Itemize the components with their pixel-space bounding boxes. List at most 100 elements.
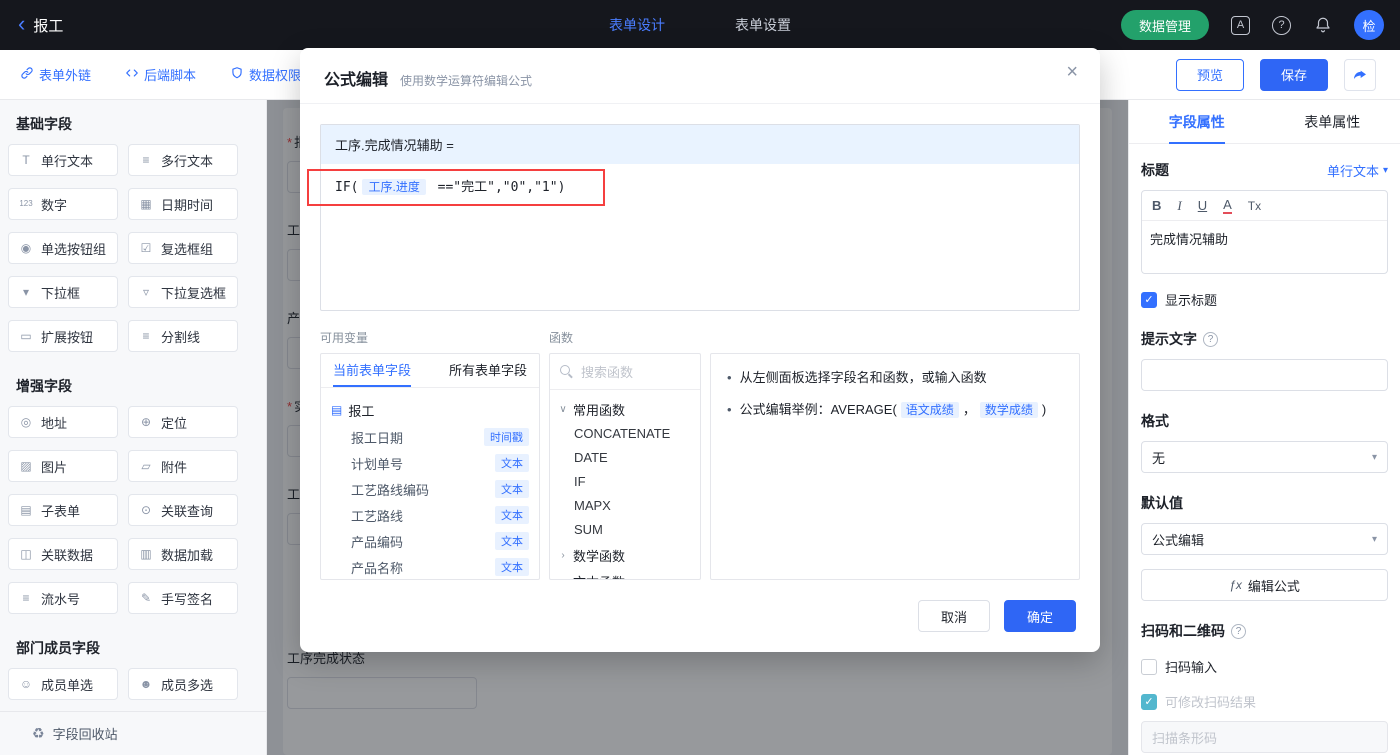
field-type-button[interactable]: ▨ 图片: [8, 450, 118, 482]
function-item[interactable]: CONCATENATE: [550, 422, 700, 446]
default-value-select[interactable]: 公式编辑 ▾: [1141, 523, 1388, 555]
bell-icon[interactable]: [1313, 16, 1332, 35]
field-type-button[interactable]: ▥ 数据加载: [128, 538, 238, 570]
field-type-icon: ▥: [140, 547, 152, 561]
field-type-button[interactable]: ⊙ 关联查询: [128, 494, 238, 526]
help-tooltip-icon[interactable]: ?: [1203, 331, 1218, 347]
edit-formula-button[interactable]: ƒx 编辑公式: [1141, 569, 1388, 601]
field-type-icon: ▭: [20, 329, 32, 343]
field-type-button[interactable]: ◫ 关联数据: [8, 538, 118, 570]
toolbar-actions: 预览 保存: [1175, 58, 1400, 91]
format-select[interactable]: 无 ▾: [1141, 441, 1388, 473]
help-label-spacer: [710, 329, 1080, 347]
field-type-button[interactable]: ▦ 日期时间: [128, 188, 238, 220]
cancel-button[interactable]: 取消: [918, 600, 990, 632]
function-group[interactable]: › 文本函数: [550, 568, 700, 580]
functions-panel: 搜索函数 ∨常用函数CONCATENATEDATEIFMAPXSUM›数学函数›…: [549, 353, 701, 580]
function-item[interactable]: SUM: [550, 518, 700, 542]
tree-root-form[interactable]: ▤ 报工: [331, 396, 529, 424]
function-item[interactable]: IF: [550, 470, 700, 494]
variable-item[interactable]: 计划单号 文本: [331, 450, 529, 476]
save-button[interactable]: 保存: [1259, 58, 1328, 91]
back-button[interactable]: ‹ 报工: [0, 12, 64, 36]
page-title: 报工: [33, 17, 64, 35]
chevron-down-icon: ▾: [1382, 164, 1388, 176]
recycle-icon: ♻: [32, 725, 45, 741]
underline-icon[interactable]: U: [1198, 198, 1207, 213]
field-type-button[interactable]: ✎ 手写签名: [128, 582, 238, 614]
properties-tabs: 字段属性 表单属性: [1129, 100, 1400, 144]
tab-current-form-fields[interactable]: 当前表单字段: [333, 354, 412, 387]
field-type-label: 分割线: [161, 329, 201, 345]
bold-icon[interactable]: B: [1152, 198, 1161, 213]
external-link-button[interactable]: 表单外链: [20, 65, 91, 84]
field-type-button[interactable]: ◉ 单选按钮组: [8, 232, 118, 264]
variable-item[interactable]: 工艺路线 文本: [331, 502, 529, 528]
field-type-button[interactable]: ▤ 子表单: [8, 494, 118, 526]
field-type-dropdown[interactable]: 单行文本 ▾: [1327, 161, 1388, 180]
function-item[interactable]: MAPX: [550, 494, 700, 518]
field-type-button[interactable]: ▭ 扩展按钮: [8, 320, 118, 352]
field-type-button[interactable]: ≡ 多行文本: [128, 144, 238, 176]
data-manage-button[interactable]: 数据管理: [1120, 10, 1209, 40]
confirm-button[interactable]: 确定: [1004, 600, 1076, 632]
help-icon[interactable]: ?: [1272, 15, 1291, 35]
tab-form-settings[interactable]: 表单设置: [735, 15, 791, 35]
font-color-icon[interactable]: A: [1223, 197, 1232, 214]
variable-item[interactable]: 产品编码 文本: [331, 528, 529, 554]
function-group[interactable]: ∨ 常用函数: [550, 396, 700, 422]
properties-panel: 字段属性 表单属性 标题 单行文本 ▾ B I U A Tx 完成情况辅助 ✓ …: [1128, 100, 1400, 755]
hint-input[interactable]: [1141, 359, 1388, 391]
field-type-button[interactable]: ≡ 流水号: [8, 582, 118, 614]
field-type-button[interactable]: ▾ 下拉框: [8, 276, 118, 308]
language-icon[interactable]: A: [1231, 15, 1250, 35]
field-type-icon: T: [22, 153, 30, 167]
field-type-button[interactable]: ◎ 地址: [8, 406, 118, 438]
field-type-button[interactable]: ≡ 分割线: [128, 320, 238, 352]
scan-editable-checkbox[interactable]: ✓: [1141, 693, 1157, 710]
formula-target: 工序.完成情况辅助 =: [321, 125, 1079, 164]
share-icon[interactable]: [1344, 58, 1376, 91]
field-type-button[interactable]: ☻ 成员多选: [128, 668, 238, 700]
function-search-input[interactable]: 搜索函数: [550, 354, 700, 390]
title-input[interactable]: 完成情况辅助: [1142, 221, 1387, 273]
field-type-button[interactable]: ▱ 附件: [128, 450, 238, 482]
formula-editor-modal: 公式编辑 使用数学运算符编辑公式 × 工序.完成情况辅助 = IF(工序.进度 …: [300, 48, 1100, 652]
modal-subtitle: 使用数学运算符编辑公式: [400, 74, 533, 88]
show-title-checkbox[interactable]: ✓: [1141, 291, 1157, 308]
backend-script-button[interactable]: 后端脚本: [125, 65, 196, 84]
field-type-button[interactable]: ⊕ 定位: [128, 406, 238, 438]
variable-tag[interactable]: 工序.进度: [362, 179, 426, 195]
variable-item[interactable]: 工艺路线编码 文本: [331, 476, 529, 502]
formula-input[interactable]: IF(工序.进度 =="完工","0","1"): [307, 164, 1079, 310]
field-type-button[interactable]: ☑ 复选框组: [128, 232, 238, 264]
chevron-right-icon: ›: [561, 549, 565, 561]
avatar[interactable]: 检: [1354, 10, 1384, 40]
tab-form-design[interactable]: 表单设计: [609, 15, 665, 35]
tab-all-form-fields[interactable]: 所有表单字段: [449, 354, 527, 387]
clear-format-icon[interactable]: Tx: [1248, 199, 1261, 213]
field-grid: ☺ 成员单选 ☻ 成员多选: [8, 668, 238, 700]
data-permission-button[interactable]: 数据权限: [230, 65, 301, 84]
close-icon[interactable]: ×: [1066, 62, 1078, 82]
scan-input-checkbox[interactable]: [1141, 658, 1157, 675]
help-tooltip-icon[interactable]: ?: [1231, 623, 1246, 639]
function-item[interactable]: DATE: [550, 446, 700, 470]
italic-icon[interactable]: I: [1177, 198, 1181, 214]
variables-label: 可用变量: [320, 331, 369, 345]
field-type-button[interactable]: 123 数字: [8, 188, 118, 220]
recycle-bin-button[interactable]: ♻ 字段回收站: [0, 711, 266, 755]
show-title-row: ✓ 显示标题: [1141, 290, 1388, 309]
variable-item[interactable]: 产品名称 文本: [331, 554, 529, 579]
format-label: 格式: [1141, 413, 1169, 429]
tab-form-properties[interactable]: 表单属性: [1265, 100, 1400, 143]
field-library-sidebar: 基础字段 T 单行文本 ≡ 多行文本 123 数字 ▦ 日期时间 ◉ 单选按钮组 ☑ 复选框组 ▾ 下拉框 ▿…: [0, 100, 267, 755]
field-type-button[interactable]: ▿ 下拉复选框: [128, 276, 238, 308]
modal-title: 公式编辑: [324, 72, 389, 89]
preview-button[interactable]: 预览: [1175, 58, 1244, 91]
variable-item[interactable]: 报工日期 时间戳: [331, 424, 529, 450]
field-type-button[interactable]: ☺ 成员单选: [8, 668, 118, 700]
tab-field-properties[interactable]: 字段属性: [1129, 100, 1265, 143]
function-group[interactable]: › 数学函数: [550, 542, 700, 568]
field-type-button[interactable]: T 单行文本: [8, 144, 118, 176]
